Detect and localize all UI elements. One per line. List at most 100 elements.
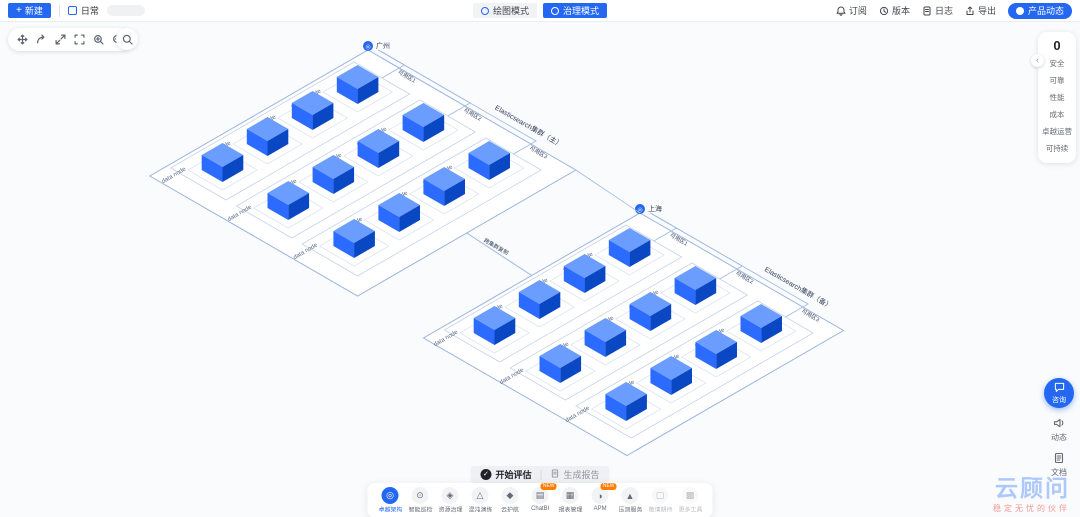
clock-icon xyxy=(879,6,889,15)
divider xyxy=(540,469,542,480)
report-icon: ▦ xyxy=(561,487,579,504)
dimension-item[interactable]: 可靠 xyxy=(1039,72,1075,89)
collapse-handle[interactable]: ‹ xyxy=(1031,54,1044,67)
canvas-toolbar xyxy=(8,28,132,51)
dock-item-label: APM xyxy=(593,505,607,512)
consult-button[interactable]: 咨询 xyxy=(1044,378,1074,408)
dimension-item[interactable]: 成本 xyxy=(1039,106,1075,123)
move-icon xyxy=(17,34,28,45)
assessment-icon: ✓ xyxy=(480,469,492,480)
dock-item-chaos[interactable]: △ 混沌演练 xyxy=(468,487,493,515)
canvas[interactable]: Elasticsearch集群（主）◎广州可用区1master nodedata… xyxy=(0,22,1080,517)
dock-item-label: 敬请期待 xyxy=(648,507,672,514)
document-icon xyxy=(923,6,931,15)
header-left: + 新建 日常 xyxy=(8,3,145,18)
product-news-label: 产品动态 xyxy=(1027,6,1064,16)
cluster-link-top xyxy=(575,169,641,214)
dock-item-more: ▩ 更多工具 xyxy=(678,487,703,515)
status-pill xyxy=(106,5,145,16)
score-panel: ‹ 0 安全 可靠 性能 成本 卓越运营 可持续 xyxy=(1031,32,1076,163)
export-menu-item[interactable]: 导出 xyxy=(965,4,996,17)
search-icon xyxy=(122,34,133,45)
region-glyph: ◎ xyxy=(365,45,370,51)
fit-screen-icon xyxy=(74,34,85,45)
architecture-diagram[interactable]: Elasticsearch集群（主）◎广州可用区1master nodedata… xyxy=(0,22,1080,517)
file-tab[interactable]: 日常 xyxy=(67,4,99,17)
draw-mode-button[interactable]: 绘图模式 xyxy=(472,3,537,18)
subscribe-menu-item[interactable]: 订阅 xyxy=(836,4,867,17)
news-label: 动态 xyxy=(1051,433,1067,442)
dimension-item[interactable]: 可持续 xyxy=(1039,140,1075,157)
mode-switch: 绘图模式 治理模式 xyxy=(472,3,608,18)
pan-tool-button[interactable] xyxy=(14,31,31,48)
coming-icon: ▢ xyxy=(651,487,669,504)
assessment-bar: ✓ 开始评估 生成报告 xyxy=(470,466,610,483)
undo-button[interactable] xyxy=(33,31,50,48)
chat-icon: ▤ NEW xyxy=(531,483,557,504)
docs-label: 文档 xyxy=(1051,468,1067,477)
pencil-icon xyxy=(480,6,489,15)
dimension-item[interactable]: 安全 xyxy=(1039,55,1075,72)
search-button[interactable] xyxy=(116,28,138,50)
architecture-icon: ◎ xyxy=(381,487,399,504)
zoom-in-icon xyxy=(94,35,104,45)
app-dock: ◎ 卓越架构 ⊙ 智能巡检 ◈ 资源治理 △ 混沌演练 ◆ 云护航 ▤ NEW ChatBI ▦ 报表管理 ◑… xyxy=(367,483,713,517)
header-right: 订阅 版本 日志 导出 产品动态 xyxy=(836,2,1072,19)
dock-item-label: 混沌演练 xyxy=(468,507,492,514)
new-button[interactable]: + 新建 xyxy=(8,3,51,18)
megaphone-icon xyxy=(1015,6,1024,15)
chaos-icon: △ xyxy=(471,487,489,504)
region-label: 广州 xyxy=(376,41,390,50)
governance-icon: ◈ xyxy=(441,487,459,504)
version-label: 版本 xyxy=(891,6,910,16)
file-tab-label: 日常 xyxy=(80,6,99,16)
side-actions: 咨询 动态 文档 xyxy=(1044,378,1074,478)
fit-view-button[interactable] xyxy=(71,31,88,48)
expand-tool-button[interactable] xyxy=(52,31,69,48)
dock-item-chat[interactable]: ▤ NEW ChatBI xyxy=(528,483,557,515)
start-assessment-button[interactable]: ✓ 开始评估 xyxy=(480,468,532,481)
docs-button[interactable]: 文档 xyxy=(1051,452,1067,478)
dimension-item[interactable]: 卓越运营 xyxy=(1039,123,1075,140)
generate-report-button[interactable]: 生成报告 xyxy=(551,468,600,481)
cluster-link[interactable] xyxy=(466,232,533,276)
new-button-label: 新建 xyxy=(24,6,43,16)
dock-item-apm[interactable]: ◑ NEW APM xyxy=(588,483,617,515)
dock-item-governance[interactable]: ◈ 资源治理 xyxy=(438,487,463,515)
draw-mode-label: 绘图模式 xyxy=(492,6,529,16)
dock-item-report[interactable]: ▦ 报表管理 xyxy=(558,487,583,515)
dock-item-loadtest[interactable]: ▲ 压测服务 xyxy=(618,487,643,515)
zoom-in-button[interactable] xyxy=(90,31,107,48)
cloud-advisor-app: + 新建 日常 绘图模式 治理模式 订阅 版本 日志 导出 产品动态 Elast… xyxy=(0,0,1080,517)
dock-item-architecture[interactable]: ◎ 卓越架构 xyxy=(378,487,403,515)
megaphone-icon xyxy=(1053,417,1065,431)
apm-icon: ◑ NEW xyxy=(591,483,617,504)
expand-icon xyxy=(55,34,66,45)
govern-mode-label: 治理模式 xyxy=(563,6,600,16)
generate-report-label: 生成报告 xyxy=(563,470,600,480)
version-menu-item[interactable]: 版本 xyxy=(879,4,910,17)
govern-mode-button[interactable]: 治理模式 xyxy=(543,3,608,18)
dock-item-label: 智能巡检 xyxy=(408,507,432,514)
start-assessment-label: 开始评估 xyxy=(495,470,532,480)
dock-item-inspection[interactable]: ⊙ 智能巡检 xyxy=(408,487,433,515)
loadtest-icon: ▲ xyxy=(621,487,639,504)
log-menu-item[interactable]: 日志 xyxy=(922,4,953,17)
product-news-button[interactable]: 产品动态 xyxy=(1007,2,1072,19)
escort-icon: ◆ xyxy=(501,487,519,504)
news-button[interactable]: 动态 xyxy=(1051,417,1067,443)
log-label: 日志 xyxy=(934,6,953,16)
export-label: 导出 xyxy=(977,6,996,16)
dock-item-label: 压测服务 xyxy=(618,507,642,514)
export-icon xyxy=(966,6,974,15)
dock-item-coming: ▢ 敬请期待 xyxy=(648,487,673,515)
dock-item-label: 云护航 xyxy=(501,507,519,514)
consult-label: 咨询 xyxy=(1052,396,1066,404)
inspection-icon: ⊙ xyxy=(411,487,429,504)
bell-icon xyxy=(836,6,846,16)
dock-item-label: ChatBI xyxy=(530,505,550,512)
report-icon xyxy=(551,469,560,480)
dock-item-escort[interactable]: ◆ 云护航 xyxy=(498,487,523,515)
undo-icon xyxy=(37,34,45,44)
dimension-item[interactable]: 性能 xyxy=(1039,89,1075,106)
